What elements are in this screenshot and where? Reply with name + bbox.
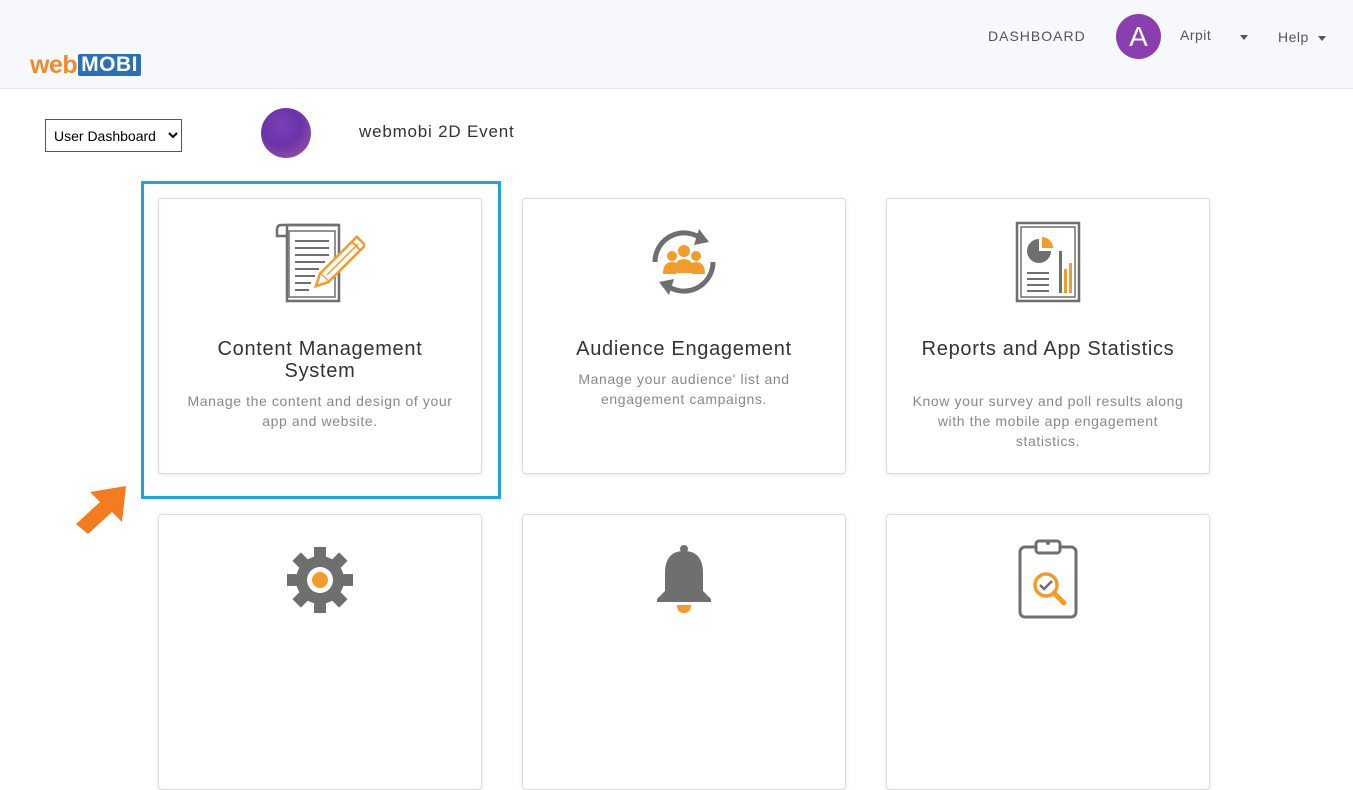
event-logo bbox=[261, 108, 311, 158]
user-avatar[interactable]: A bbox=[1116, 14, 1161, 59]
webmobi-logo[interactable]: web MOBI bbox=[30, 50, 141, 79]
dashboard-select[interactable]: User Dashboard bbox=[45, 119, 182, 152]
event-name: webmobi 2D Event bbox=[359, 122, 515, 141]
user-menu-caret-icon[interactable] bbox=[1240, 35, 1248, 40]
bell-icon bbox=[523, 537, 845, 619]
pointer-arrow-icon bbox=[76, 486, 126, 534]
help-menu[interactable]: Help bbox=[1278, 29, 1309, 45]
help-caret-icon[interactable] bbox=[1318, 36, 1326, 41]
card-audience-engagement[interactable]: Audience Engagement Manage your audience… bbox=[522, 198, 846, 474]
card-description: Manage your audience' list and engagemen… bbox=[578, 371, 790, 407]
user-menu-name[interactable]: Arpit bbox=[1180, 27, 1211, 43]
report-chart-icon bbox=[887, 221, 1209, 303]
audience-refresh-icon bbox=[523, 221, 845, 303]
top-navbar: web MOBI DASHBOARD A Arpit Help bbox=[0, 0, 1353, 89]
logo-web-text: web bbox=[30, 50, 78, 79]
nav-dashboard-link[interactable]: DASHBOARD bbox=[988, 28, 1086, 44]
card-description: Know your survey and poll results along … bbox=[912, 393, 1184, 449]
clipboard-search-icon bbox=[887, 537, 1209, 619]
gear-icon bbox=[159, 537, 481, 619]
card-surveys[interactable] bbox=[886, 514, 1210, 790]
card-settings[interactable] bbox=[158, 514, 482, 790]
card-notifications[interactable] bbox=[522, 514, 846, 790]
highlight-box bbox=[141, 181, 501, 499]
logo-mobi-text: MOBI bbox=[78, 54, 141, 76]
card-title: Audience Engagement bbox=[576, 338, 792, 360]
card-title: Reports and App Statistics bbox=[921, 338, 1175, 360]
card-reports-statistics[interactable]: Reports and App Statistics Know your sur… bbox=[886, 198, 1210, 474]
